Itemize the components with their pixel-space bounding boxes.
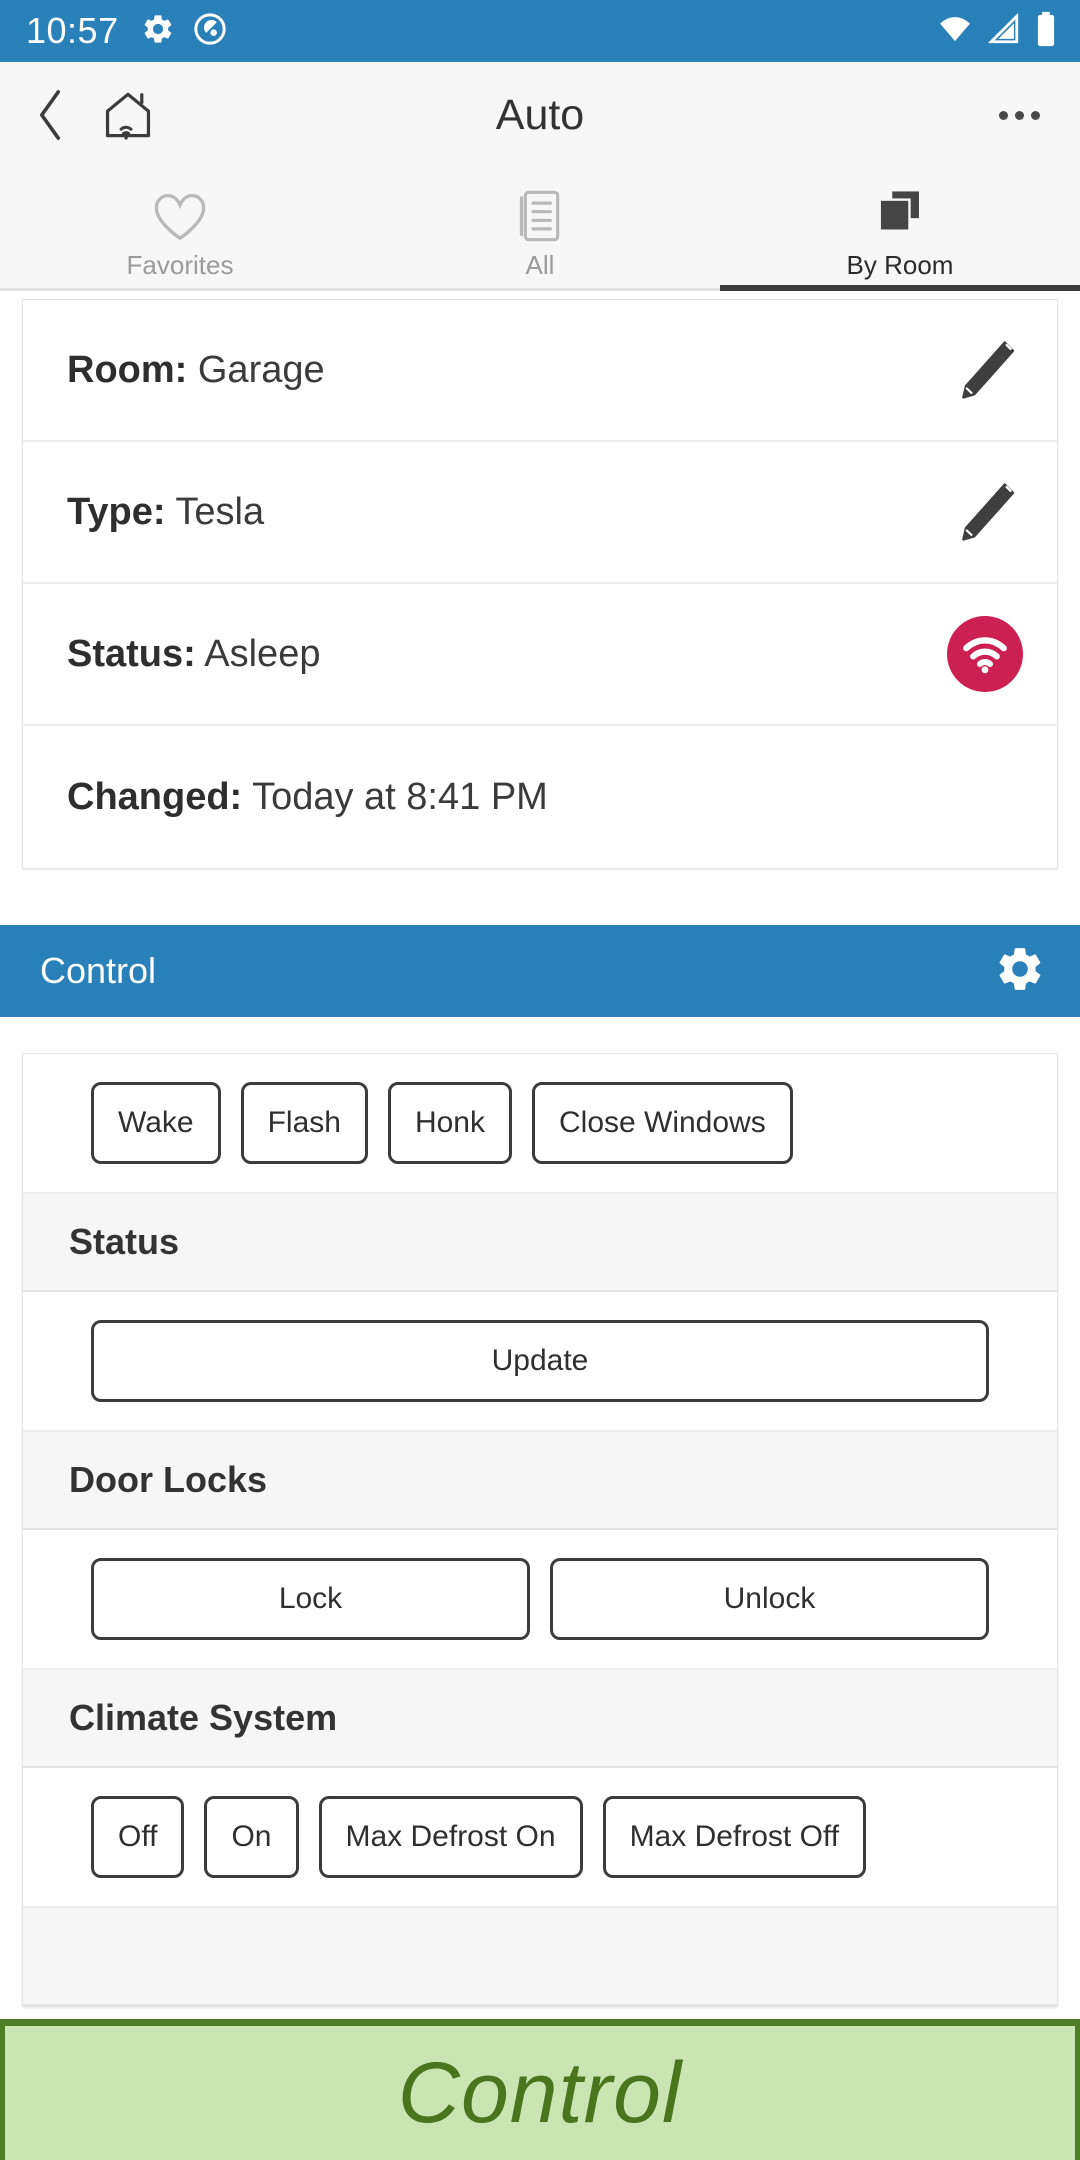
tab-label: By Room: [846, 250, 954, 280]
overflow-dots: [998, 110, 1040, 120]
section-label-trailing: [23, 1908, 1057, 2006]
section-label-status: Status: [23, 1194, 1057, 1292]
edit-pencil-icon[interactable]: [949, 475, 1023, 549]
battery-icon: [1034, 11, 1058, 52]
control-button-row-quick-actions: Wake Flash Honk Close Windows: [23, 1054, 1057, 1194]
heart-icon: [151, 188, 209, 244]
system-status-bar: 10:57: [0, 0, 1080, 62]
tab-by-room[interactable]: By Room: [720, 168, 1080, 291]
list-document-icon: [514, 188, 566, 244]
gear-icon[interactable]: [994, 943, 1046, 1000]
info-row-value: Asleep: [204, 633, 321, 675]
section-label-climate-system: Climate System: [23, 1670, 1057, 1768]
wifi-status-icon[interactable]: [947, 616, 1023, 692]
climate-off-button[interactable]: Off: [91, 1796, 185, 1878]
control-button-row-door-locks: Lock Unlock: [23, 1530, 1057, 1670]
status-bar-system-icons: [936, 11, 1058, 52]
info-row-label: Type:: [67, 491, 166, 533]
info-row-room[interactable]: Room: Garage: [23, 300, 1057, 442]
status-bar-notification-icons: [141, 12, 227, 51]
info-row-text: Type: Tesla: [67, 493, 264, 531]
control-button-row-climate: Off On Max Defrost On Max Defrost Off: [23, 1768, 1057, 1908]
section-label-door-locks: Door Locks: [23, 1432, 1057, 1530]
info-row-text: Changed: Today at 8:41 PM: [67, 778, 548, 816]
dot: [998, 110, 1008, 120]
wake-button[interactable]: Wake: [91, 1082, 221, 1164]
home-wifi-icon[interactable]: [92, 79, 164, 151]
app-bar: Auto: [0, 62, 1080, 168]
max-defrost-off-button[interactable]: Max Defrost Off: [602, 1796, 867, 1878]
dot: [1014, 110, 1024, 120]
do-not-disturb-icon: [193, 12, 227, 51]
info-row-label: Room:: [67, 349, 188, 391]
control-highlight-banner[interactable]: Control: [0, 2019, 1080, 2160]
flash-button[interactable]: Flash: [240, 1082, 368, 1164]
tab-label: Favorites: [126, 250, 234, 280]
info-row-changed: Changed: Today at 8:41 PM: [23, 726, 1057, 868]
update-button[interactable]: Update: [91, 1320, 989, 1402]
cell-signal-icon: [986, 12, 1022, 51]
status-bar-clock: 10:57: [26, 10, 119, 51]
info-row-label: Status:: [67, 633, 196, 675]
info-row-action[interactable]: [947, 616, 1023, 692]
rooms-stacked-squares-icon: [872, 188, 928, 244]
climate-on-button[interactable]: On: [204, 1796, 299, 1878]
content-scroll-area[interactable]: Room: Garage Type: Tesla Status: Asleep …: [0, 299, 1080, 2007]
control-button-row-status: Update: [23, 1292, 1057, 1432]
overflow-menu-icon[interactable]: [984, 79, 1054, 151]
tab-all[interactable]: All: [360, 168, 720, 288]
lock-button[interactable]: Lock: [91, 1558, 530, 1640]
control-section-header: Control: [0, 925, 1080, 1017]
app-root: 10:57 Auto Favorites All By Room Room: G…: [0, 0, 1080, 2160]
info-row-label: Changed:: [67, 776, 243, 818]
info-row-action[interactable]: [949, 333, 1023, 407]
honk-button[interactable]: Honk: [387, 1082, 512, 1164]
max-defrost-on-button[interactable]: Max Defrost On: [318, 1796, 583, 1878]
info-row-status[interactable]: Status: Asleep: [23, 584, 1057, 726]
back-chevron-icon[interactable]: [14, 79, 86, 151]
info-row-action[interactable]: [949, 475, 1023, 549]
info-row-value: Today at 8:41 PM: [252, 776, 548, 818]
app-bar-left-actions: [14, 79, 164, 151]
control-panel-card: Wake Flash Honk Close Windows Status Upd…: [22, 1053, 1058, 2007]
dot: [1030, 110, 1040, 120]
device-info-card: Room: Garage Type: Tesla Status: Asleep …: [22, 299, 1058, 869]
info-row-value: Garage: [197, 349, 325, 391]
info-row-text: Room: Garage: [67, 351, 325, 389]
close-windows-button[interactable]: Close Windows: [531, 1082, 793, 1164]
tab-bar: Favorites All By Room: [0, 168, 1080, 291]
wifi-icon: [936, 12, 974, 51]
tab-favorites[interactable]: Favorites: [0, 168, 360, 288]
edit-pencil-icon[interactable]: [949, 333, 1023, 407]
info-row-type[interactable]: Type: Tesla: [23, 442, 1057, 584]
info-row-text: Status: Asleep: [67, 635, 320, 673]
tab-label: All: [525, 250, 555, 280]
info-row-value: Tesla: [175, 491, 265, 533]
unlock-button[interactable]: Unlock: [550, 1558, 989, 1640]
control-section-title: Control: [40, 950, 157, 991]
control-highlight-banner-label: Control: [397, 2045, 683, 2141]
gear-icon: [141, 12, 175, 51]
